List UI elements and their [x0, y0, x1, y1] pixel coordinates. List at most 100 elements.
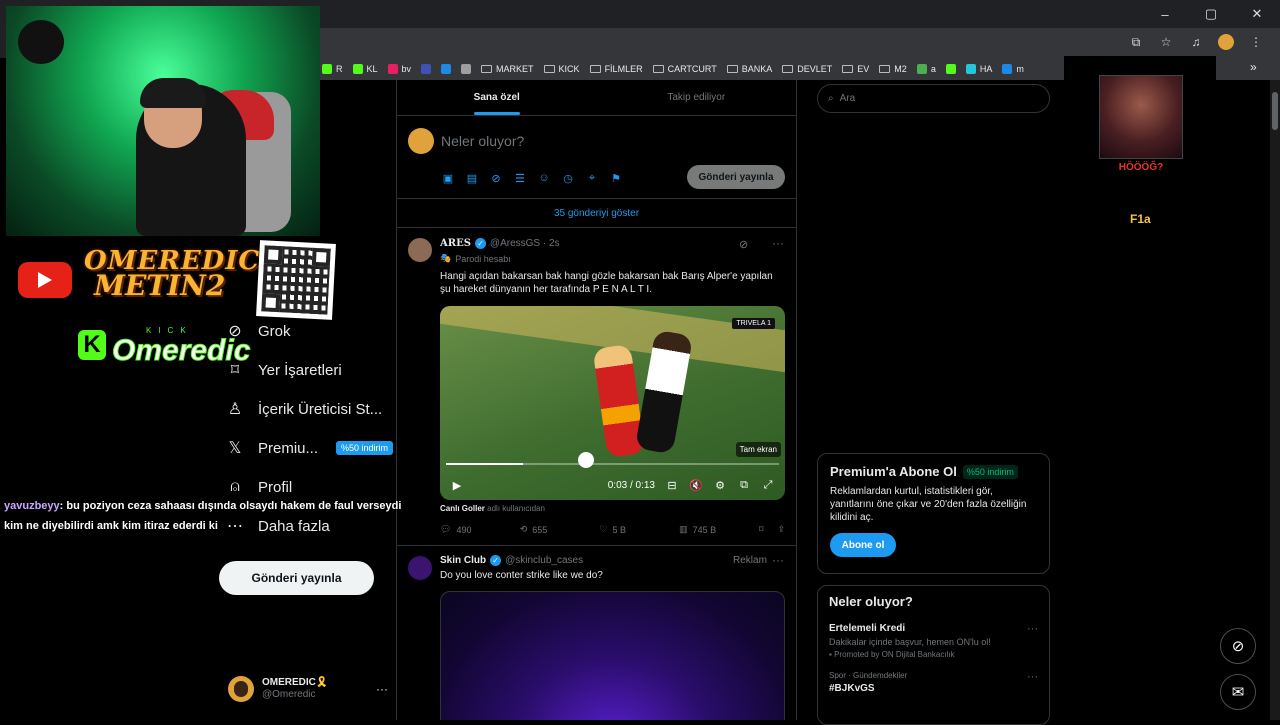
f1a-label: F1a [1130, 212, 1151, 226]
tweet[interactable]: Skin Club ✓ @skinclub_cases Reklam ··· D… [397, 547, 796, 720]
like-button[interactable]: ♡ 5 B [599, 524, 679, 535]
extension-avatar-icon[interactable] [1218, 34, 1234, 50]
image-icon[interactable]: ▣ [441, 171, 455, 185]
trend-more-icon[interactable]: ··· [1027, 671, 1038, 683]
qr-code [256, 240, 336, 320]
gif-icon[interactable]: ▤ [465, 171, 479, 185]
settings-icon[interactable]: ⚙ [713, 478, 727, 492]
tweet[interactable]: ARES ✓ @AressGS · 2s ⊘ ··· 🎭 Parodi hesa… [397, 229, 796, 546]
bookmark-item[interactable]: bv [387, 64, 411, 74]
bookmark-item[interactable] [421, 64, 432, 74]
bookmark-item[interactable]: M2 [879, 64, 907, 74]
captions-icon[interactable]: ⊟ [665, 478, 679, 492]
bookmark-item[interactable]: a [916, 64, 936, 74]
location-icon[interactable]: ⌖ [585, 171, 599, 185]
sidebar-item-yer-i-şaretleri[interactable]: ⌑ Yer İşaretleri [226, 361, 342, 380]
share-icon[interactable]: ⇪ [777, 524, 785, 535]
more-bookmarks-button[interactable]: » [1250, 60, 1257, 74]
tweet-author-handle[interactable]: @AressGS · 2s [490, 238, 560, 249]
mute-icon[interactable]: 🔇 [689, 478, 703, 492]
tweet-author-name[interactable]: ARES [440, 238, 471, 249]
grok-icon[interactable]: ⊘ [489, 171, 503, 185]
maximize-button[interactable]: ▢ [1188, 0, 1234, 28]
kick-logo-icon: K [78, 330, 106, 360]
bookmark-item[interactable]: R [322, 64, 343, 74]
source-name[interactable]: Canlı Goller [440, 504, 485, 513]
trend-item[interactable]: Ertelemeli Kredi Dakikalar içinde başvur… [829, 623, 1038, 659]
messages-floating-button[interactable]: ✉ [1220, 674, 1256, 710]
sidebar-item-i-çerik-üreticisi-st[interactable]: ♙ İçerik Üreticisi St... [226, 400, 382, 419]
bookmark-item[interactable]: KL [352, 64, 378, 74]
pip-icon[interactable]: ⧉ [737, 478, 751, 492]
grok-floating-button[interactable]: ⊘ [1220, 628, 1256, 664]
bookmark-item[interactable] [945, 64, 956, 74]
emoji-icon[interactable]: ☺ [537, 171, 551, 185]
play-icon[interactable]: ▶ [450, 478, 464, 492]
trend-more-icon[interactable]: ··· [1027, 623, 1038, 635]
star-icon[interactable]: ☆ [1158, 34, 1174, 50]
tweet-video[interactable]: TRIVELA 1 Tam ekran ▶ 0:03 / 0:13 ⊟ 🔇 ⚙ … [440, 306, 785, 500]
bookmark-item[interactable]: FİLMLER [589, 64, 643, 74]
account-more-icon[interactable]: ··· [376, 682, 388, 696]
mask-icon: 🎭 [440, 253, 452, 263]
poll-icon[interactable]: ☰ [513, 171, 527, 185]
ad-media[interactable] [440, 591, 785, 720]
bookmark-item[interactable]: m [1002, 64, 1024, 74]
close-window-button[interactable]: ✕ [1234, 0, 1280, 28]
tweet-more-icon[interactable]: ··· [772, 553, 784, 567]
folder-icon [842, 65, 854, 73]
bookmark-item[interactable] [441, 64, 452, 74]
media-control-icon[interactable]: ♫ [1188, 34, 1204, 50]
post-button[interactable]: Gönderi yayınla [219, 561, 374, 595]
tweet-text: Do you love conter strike like we do? [440, 570, 603, 581]
avatar[interactable] [408, 238, 432, 262]
menu-kebab-icon[interactable]: ⋮ [1248, 34, 1264, 50]
bookmark-label: CARTCURT [667, 64, 717, 74]
bookmark-item[interactable]: MARKET [481, 64, 534, 74]
tweet-more-icon[interactable]: ··· [772, 236, 784, 250]
grok-icon[interactable]: ⊘ [739, 238, 748, 251]
tweet-author-handle[interactable]: @skinclub_cases [505, 555, 583, 566]
compose-post-button[interactable]: Gönderi yayınla [687, 165, 785, 189]
compose-input[interactable]: Neler oluyor? [441, 133, 524, 149]
minimize-button[interactable]: – [1142, 0, 1188, 28]
compose-toolbar: ▣ ▤ ⊘ ☰ ☺ ◷ ⌖ ⚑ [441, 171, 623, 185]
bookmark-item[interactable]: DEVLET [782, 64, 832, 74]
bookmark-item[interactable]: EV [842, 64, 869, 74]
views-icon: ▥ [679, 524, 688, 534]
bookmark-item[interactable]: KICK [543, 64, 580, 74]
repost-button[interactable]: ⟲ 655 [520, 524, 600, 535]
avatar[interactable] [408, 556, 432, 580]
search-placeholder: Ara [839, 93, 856, 104]
scrollbar-thumb[interactable] [1272, 92, 1278, 130]
folder-icon [726, 65, 738, 73]
subscribe-button[interactable]: Abone ol [830, 533, 896, 557]
views-button[interactable]: ▥ 745 B [679, 524, 759, 535]
fullscreen-icon[interactable]: ⤢ [761, 478, 775, 492]
bookmark-icon[interactable]: ⌑ [759, 524, 764, 535]
sidebar-item-profil[interactable]: ⍝ Profil [226, 478, 292, 496]
reply-button[interactable]: 💬︎ 490 [440, 524, 520, 535]
tab-following[interactable]: Takip ediliyor [597, 80, 797, 115]
flag-icon[interactable]: ⚑ [609, 171, 623, 185]
trend-item[interactable]: Spor · Gündemdekiler #BJKvGS ··· [829, 671, 1038, 694]
schedule-icon[interactable]: ◷ [561, 171, 575, 185]
tab-for-you[interactable]: Sana özel [397, 80, 597, 115]
bookmark-item[interactable] [461, 64, 472, 74]
account-switcher[interactable]: OMEREDIC🎗️ @Omeredic ··· [228, 676, 388, 702]
bookmark-item[interactable]: BANKA [726, 64, 772, 74]
sidebar-item-premiu[interactable]: 𝕏 Premiu... %50 indirim [226, 439, 394, 457]
show-new-posts-button[interactable]: 35 gönderiyi göster [397, 200, 796, 228]
bookmark-item[interactable]: HA [965, 64, 992, 74]
page-scrollbar[interactable] [1270, 80, 1280, 720]
sidebar-item-grok[interactable]: ⊘ Grok [226, 322, 290, 341]
search-input[interactable]: ⌕ Ara [817, 84, 1050, 113]
brand-line2: METIN2 [94, 269, 226, 303]
video-progress-bar[interactable] [446, 463, 779, 465]
trend-label: #BJKvGS [829, 683, 875, 694]
install-app-icon[interactable]: ⧉ [1128, 34, 1144, 50]
view-count: 745 B [692, 524, 717, 535]
tweet-author-name[interactable]: Skin Club [440, 555, 486, 566]
sidebar-item-label: Premiu... [258, 439, 319, 457]
bookmark-item[interactable]: CARTCURT [652, 64, 717, 74]
